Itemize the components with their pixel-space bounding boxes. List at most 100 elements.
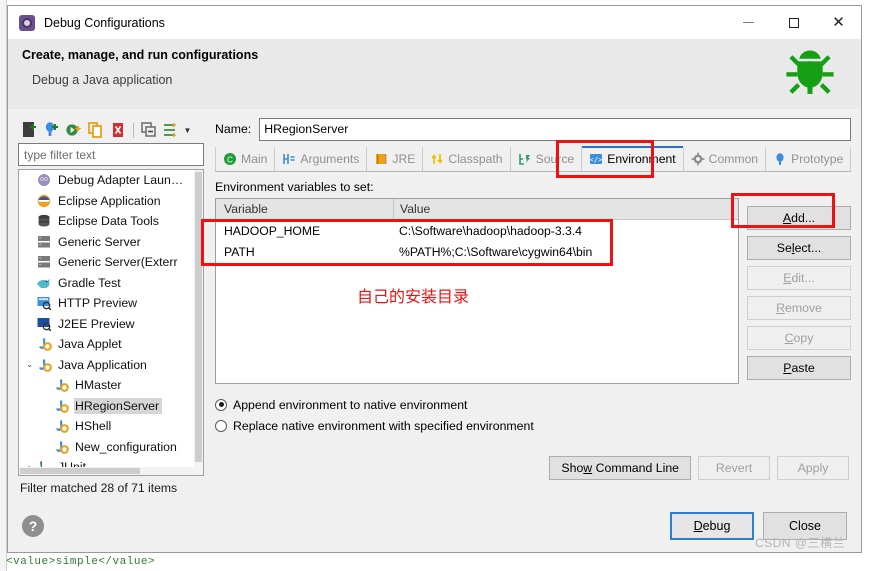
filter-input[interactable]: type filter text bbox=[18, 143, 204, 166]
environment-row[interactable]: HADOOP_HOME C:\Software\hadoop\hadoop-3.3… bbox=[216, 220, 738, 241]
apply-button[interactable]: Apply bbox=[777, 456, 849, 480]
tree-item-label: New_configuration bbox=[75, 439, 177, 454]
tree-item-http-preview[interactable]: HTTP Preview bbox=[19, 293, 203, 314]
environment-panel: Environment variables to set: Variable V… bbox=[215, 172, 851, 500]
annotation-text-chinese: 自己的安装目录 bbox=[357, 287, 470, 306]
configurations-tree[interactable]: Debug Adapter Laun… Eclipse Application Ec… bbox=[18, 169, 204, 476]
debug-button[interactable]: Debug bbox=[670, 512, 754, 540]
configuration-tabs[interactable]: C Main Arguments JRE Classpath Source </> Envir… bbox=[215, 146, 852, 172]
tree-item-gradle-test[interactable]: Gradle Test bbox=[19, 273, 203, 294]
tree-item-generic-server-exterr[interactable]: Generic Server(Exterr bbox=[19, 252, 203, 273]
tab-arguments[interactable]: Arguments bbox=[275, 147, 368, 171]
button-label: Edit... bbox=[783, 271, 815, 285]
tree-item-hregionserver[interactable]: HRegionServer bbox=[19, 396, 203, 417]
tree-item-eclipse-data-tools[interactable]: Eclipse Data Tools bbox=[19, 211, 203, 232]
export-configuration-icon[interactable] bbox=[64, 120, 84, 140]
page-title: Create, manage, and run configurations bbox=[22, 48, 259, 62]
help-icon[interactable]: ? bbox=[22, 515, 44, 537]
tab-jre[interactable]: JRE bbox=[367, 147, 424, 171]
configurations-toolbar: ▼ bbox=[18, 117, 204, 143]
paste-button[interactable]: Paste bbox=[747, 356, 851, 380]
arguments-tab-icon bbox=[282, 152, 296, 166]
delete-icon[interactable] bbox=[108, 120, 128, 140]
close-label: Close bbox=[789, 519, 821, 533]
radio-button[interactable] bbox=[215, 398, 227, 411]
revert-button[interactable]: Revert bbox=[698, 456, 770, 480]
dialog-footer: ? Debug Close CSDN @三横兰 bbox=[8, 500, 861, 552]
window-controls: ✕ bbox=[726, 6, 861, 39]
tree-horizontal-scroll-thumb[interactable] bbox=[20, 468, 140, 474]
column-header-variable[interactable]: Variable bbox=[216, 202, 393, 216]
column-header-value[interactable]: Value bbox=[393, 198, 738, 220]
java-application-icon bbox=[36, 357, 52, 373]
tree-item-hshell[interactable]: HShell bbox=[19, 416, 203, 437]
tree-item-j2ee-preview[interactable]: J2EE Preview bbox=[19, 314, 203, 335]
tab-common[interactable]: Common bbox=[684, 147, 767, 171]
remove-button[interactable]: Remove bbox=[747, 296, 851, 320]
eclipse-data-tools-icon bbox=[36, 213, 52, 229]
tree-item-generic-server[interactable]: Generic Server bbox=[19, 232, 203, 253]
show-command-line-button[interactable]: Show Command Line bbox=[549, 456, 691, 480]
chevron-down-icon[interactable]: ⌄ bbox=[23, 359, 36, 370]
tab-label: Prototype bbox=[791, 152, 844, 166]
tree-item-debug-adapter-laun[interactable]: Debug Adapter Laun… bbox=[19, 170, 203, 191]
select-button[interactable]: Select... bbox=[747, 236, 851, 260]
maximize-icon[interactable] bbox=[771, 6, 816, 39]
button-label: Copy bbox=[784, 331, 814, 345]
tree-item-java-application[interactable]: ⌄ Java Application bbox=[19, 355, 203, 376]
screen: <value>simple</value> Debug Configuratio… bbox=[0, 0, 869, 571]
duplicate-icon[interactable] bbox=[86, 120, 106, 140]
watermark: CSDN @三横兰 bbox=[754, 536, 845, 550]
new-configuration-icon[interactable] bbox=[20, 120, 40, 140]
radio-replace-environment[interactable]: Replace native environment with specifie… bbox=[215, 415, 851, 436]
tab-source[interactable]: Source bbox=[511, 147, 583, 171]
tab-main[interactable]: C Main bbox=[215, 147, 276, 171]
environment-row[interactable]: PATH %PATH%;C:\Software\cygwin64\bin bbox=[216, 241, 738, 262]
button-label: Add... bbox=[782, 211, 816, 225]
radio-append-environment[interactable]: Append environment to native environment bbox=[215, 394, 851, 415]
java-application-icon bbox=[53, 418, 69, 434]
filter-icon[interactable] bbox=[161, 120, 181, 140]
revert-label: Revert bbox=[715, 461, 753, 475]
tab-environment[interactable]: </> Environment bbox=[582, 146, 684, 171]
tab-label: Classpath bbox=[448, 152, 503, 166]
page-subtitle: Debug a Java application bbox=[32, 73, 173, 87]
tree-scroll-area: Debug Adapter Laun… Eclipse Application Ec… bbox=[19, 170, 203, 475]
radio-button[interactable] bbox=[215, 419, 227, 432]
tree-item-label: Gradle Test bbox=[58, 275, 121, 290]
tree-item-label: HShell bbox=[75, 419, 112, 434]
environment-table[interactable]: Variable Value HADOOP_HOME C:\Software\ha… bbox=[215, 198, 739, 384]
new-prototype-icon[interactable] bbox=[42, 120, 62, 140]
tree-item-new-configuration[interactable]: New_configuration bbox=[19, 437, 203, 458]
tab-classpath[interactable]: Classpath bbox=[423, 147, 511, 171]
tree-horizontal-scrollbar[interactable] bbox=[19, 467, 194, 475]
tree-vertical-scrollbar[interactable] bbox=[194, 170, 203, 475]
add-button[interactable]: Add... bbox=[747, 206, 851, 230]
tree-item-java-applet[interactable]: Java Applet bbox=[19, 334, 203, 355]
filter-status-text: Filter matched 28 of 71 items bbox=[20, 481, 178, 495]
tree-item-hmaster[interactable]: HMaster bbox=[19, 375, 203, 396]
button-label: Select... bbox=[776, 241, 822, 255]
close-icon[interactable]: ✕ bbox=[816, 6, 861, 39]
tree-vertical-scroll-thumb[interactable] bbox=[195, 172, 202, 462]
gradle-test-icon bbox=[36, 275, 52, 291]
name-value: HRegionServer bbox=[264, 122, 349, 136]
generic-server-external-icon bbox=[36, 254, 52, 270]
classpath-tab-icon bbox=[430, 152, 444, 166]
svg-text:C: C bbox=[227, 155, 233, 164]
tab-prototype[interactable]: Prototype bbox=[766, 147, 852, 171]
radio-label: Replace native environment with specifie… bbox=[233, 418, 534, 433]
minimize-icon[interactable] bbox=[726, 6, 771, 39]
tree-item-label: Generic Server bbox=[58, 234, 141, 249]
edit-button[interactable]: Edit... bbox=[747, 266, 851, 290]
name-label: Name: bbox=[215, 122, 252, 136]
copy-button[interactable]: Copy bbox=[747, 326, 851, 350]
name-input[interactable]: HRegionServer bbox=[259, 117, 851, 141]
tree-item-eclipse-application[interactable]: Eclipse Application bbox=[19, 191, 203, 212]
radio-label: Append environment to native environment bbox=[233, 397, 468, 412]
background-editor-text: <value>simple</value> bbox=[6, 556, 156, 568]
tab-label: Main bbox=[241, 152, 268, 166]
environment-variable-value: %PATH%;C:\Software\cygwin64\bin bbox=[399, 244, 593, 259]
toolbar-overflow-chevron-down-icon[interactable]: ▼ bbox=[183, 121, 192, 139]
collapse-all-icon[interactable] bbox=[139, 120, 159, 140]
